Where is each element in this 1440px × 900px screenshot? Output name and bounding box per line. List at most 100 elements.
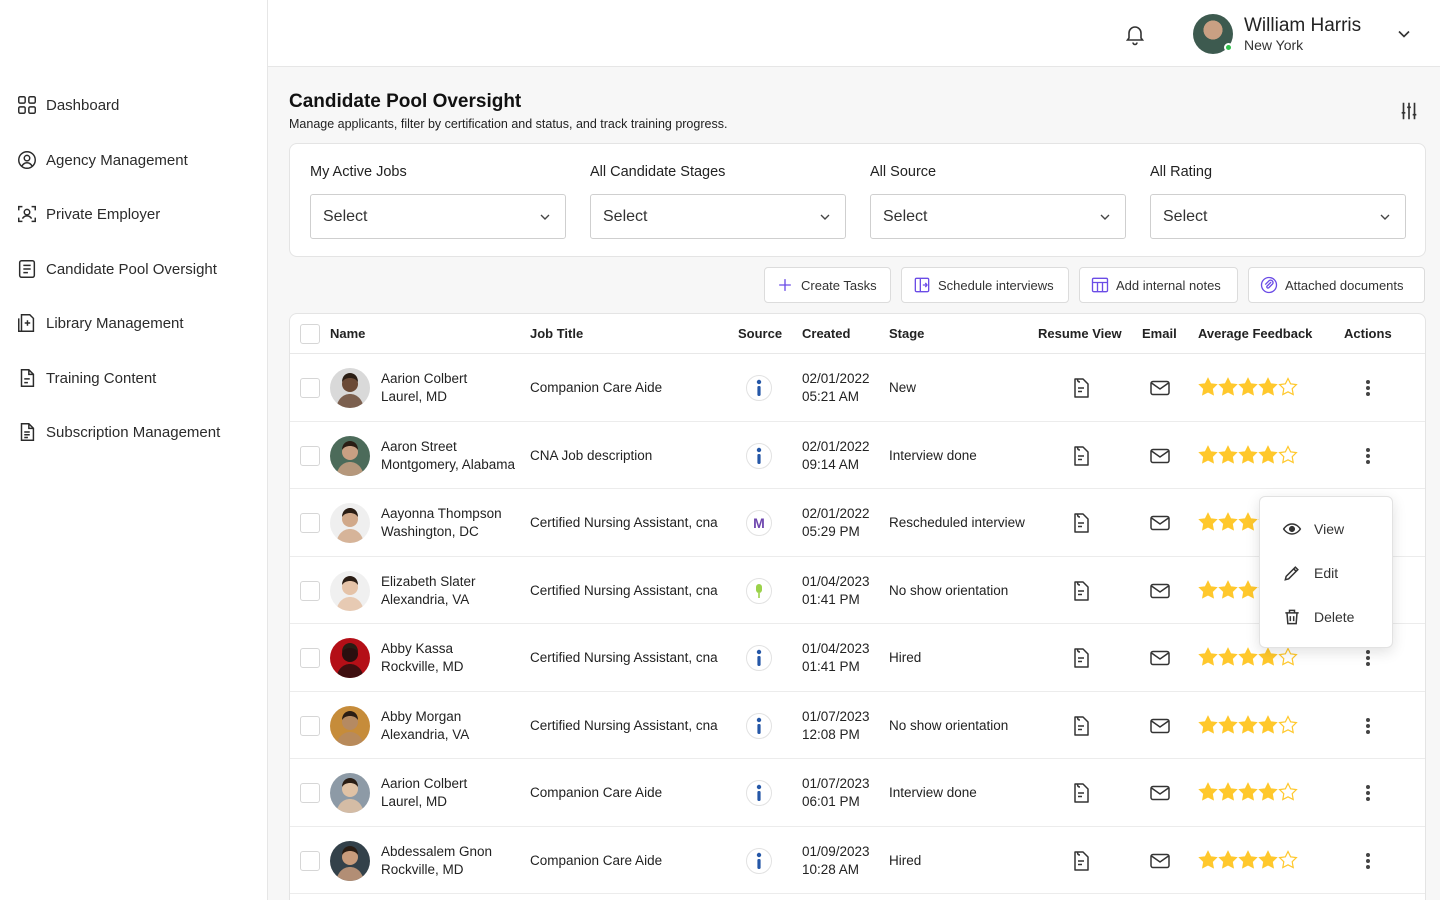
candidate-stages-select[interactable]: Select xyxy=(590,194,846,239)
star-icon xyxy=(1198,579,1218,599)
table-row[interactable]: Aarion Colbert Laurel, MD Companion Care A… xyxy=(290,759,1425,827)
resume-view-icon[interactable] xyxy=(1069,849,1093,873)
email-icon[interactable] xyxy=(1148,579,1172,603)
sidebar-item-candidate-pool-oversight[interactable]: Candidate Pool Oversight xyxy=(16,255,217,283)
col-created[interactable]: Created xyxy=(802,326,850,341)
table-row[interactable]: Aayonna Thompson Washington, DC Certified … xyxy=(290,489,1425,557)
row-checkbox[interactable] xyxy=(300,513,320,533)
job-title: Certified Nursing Assistant, cna xyxy=(530,717,718,733)
created-time: 05:29 PM xyxy=(802,524,860,539)
avatar xyxy=(330,570,370,611)
add-internal-notes-button[interactable]: Add internal notes xyxy=(1079,267,1238,303)
source-select[interactable]: Select xyxy=(870,194,1126,239)
candidate-name[interactable]: Elizabeth Slater xyxy=(381,574,476,589)
sidebar-item-agency-management[interactable]: Agency Management xyxy=(16,146,188,174)
chevron-down-icon[interactable] xyxy=(1394,24,1414,44)
candidate-name[interactable]: Abby Kassa xyxy=(381,641,453,656)
select-all-checkbox[interactable] xyxy=(300,324,320,344)
candidate-name[interactable]: Abby Morgan xyxy=(381,709,461,724)
row-checkbox[interactable] xyxy=(300,445,320,466)
candidate-name[interactable]: Aayonna Thompson xyxy=(381,506,502,521)
created-time: 05:21 AM xyxy=(802,389,860,404)
user-circle-icon xyxy=(18,151,36,169)
create-tasks-button[interactable]: Create Tasks xyxy=(764,267,891,303)
user-avatar[interactable] xyxy=(1193,14,1233,54)
row-checkbox[interactable] xyxy=(300,378,320,398)
resume-view-icon[interactable] xyxy=(1069,646,1093,670)
table-row[interactable]: Abdessalem Gnon Rockville, MD Companion Ca… xyxy=(290,827,1425,894)
email-icon[interactable] xyxy=(1148,714,1172,738)
resume-view-icon[interactable] xyxy=(1069,511,1093,535)
sidebar-item-library-management[interactable]: Library Management xyxy=(16,309,184,337)
email-icon[interactable] xyxy=(1148,376,1172,400)
notification-bell-icon[interactable] xyxy=(1123,22,1147,46)
row-checkbox[interactable] xyxy=(300,783,320,803)
sidebar-item-label: Library Management xyxy=(46,314,184,332)
file-icon xyxy=(20,369,35,387)
filter-label: All Rating xyxy=(1150,164,1213,180)
email-icon[interactable] xyxy=(1148,646,1172,670)
row-checkbox[interactable] xyxy=(300,850,320,871)
col-resume-view: Resume View xyxy=(1038,326,1122,341)
schedule-interviews-button[interactable]: Schedule interviews xyxy=(901,267,1069,303)
menu-item-view[interactable]: View xyxy=(1282,517,1344,541)
more-actions-icon[interactable] xyxy=(1358,781,1378,805)
resume-view-icon[interactable] xyxy=(1069,714,1093,738)
menu-item-edit[interactable]: Edit xyxy=(1282,561,1338,585)
resume-view-icon[interactable] xyxy=(1069,579,1093,603)
menu-item-delete[interactable]: Delete xyxy=(1282,605,1354,629)
star-icon xyxy=(1218,647,1238,666)
col-name[interactable]: Name xyxy=(330,326,365,341)
attached-documents-button[interactable]: Attached documents xyxy=(1248,267,1425,303)
email-icon[interactable] xyxy=(1148,849,1172,873)
row-checkbox[interactable] xyxy=(300,580,320,601)
star-icon xyxy=(1258,714,1278,734)
star-icon xyxy=(1238,579,1258,599)
candidate-name[interactable]: Aarion Colbert xyxy=(381,371,467,386)
candidate-location: Laurel, MD xyxy=(381,794,448,809)
more-actions-icon[interactable] xyxy=(1358,376,1378,400)
more-actions-icon[interactable] xyxy=(1358,444,1378,468)
star-icon xyxy=(1198,782,1218,801)
stage-text: Hired xyxy=(889,852,922,868)
email-icon[interactable] xyxy=(1148,444,1172,468)
candidate-name[interactable]: Abdessalem Gnon xyxy=(381,844,492,859)
indeed-source-icon xyxy=(746,847,772,874)
candidate-name[interactable]: Aaron Street xyxy=(381,439,457,454)
rating-stars xyxy=(1198,714,1298,737)
sidebar-item-training-content[interactable]: Training Content xyxy=(16,364,156,392)
col-stage[interactable]: Stage xyxy=(889,326,924,341)
table-row[interactable]: Aarion Colbert Laurel, MD Companion Care A… xyxy=(290,354,1425,422)
sidebar-item-dashboard[interactable]: Dashboard xyxy=(16,91,119,119)
filter-active-jobs: My Active Jobs Select xyxy=(310,164,566,239)
email-icon[interactable] xyxy=(1148,511,1172,535)
rating-select[interactable]: Select xyxy=(1150,194,1406,239)
candidate-name[interactable]: Aarion Colbert xyxy=(381,776,467,791)
email-icon[interactable] xyxy=(1148,781,1172,805)
resume-view-icon[interactable] xyxy=(1069,781,1093,805)
row-checkbox[interactable] xyxy=(300,648,320,668)
grid-icon xyxy=(18,96,36,114)
created-time: 09:14 AM xyxy=(802,456,860,472)
sidebar-item-private-employer[interactable]: Private Employer xyxy=(16,200,160,228)
col-job-title[interactable]: Job Title xyxy=(530,326,583,341)
active-jobs-select[interactable]: Select xyxy=(310,194,566,239)
filter-settings-icon[interactable] xyxy=(1398,100,1420,122)
more-actions-icon[interactable] xyxy=(1358,646,1378,670)
col-average-feedback[interactable]: Average Feedback xyxy=(1198,326,1312,341)
table-row[interactable]: Abby Morgan Alexandria, VA Certified Nursi… xyxy=(290,692,1425,759)
table-row[interactable]: Aaron Street Montgomery, Alabama CNA Job d… xyxy=(290,422,1425,489)
more-actions-icon[interactable] xyxy=(1358,849,1378,873)
table-row[interactable]: Abby Kassa Rockville, MD Certified Nursing… xyxy=(290,624,1425,692)
star-icon xyxy=(1258,647,1278,666)
stage-text: No show orientation xyxy=(889,582,1009,598)
created-time: 12:08 PM xyxy=(802,726,860,742)
created-date: 01/09/2023 xyxy=(802,843,870,859)
table-row[interactable]: Elizabeth Slater Alexandria, VA Certified … xyxy=(290,557,1425,624)
col-source[interactable]: Source xyxy=(738,326,782,341)
resume-view-icon[interactable] xyxy=(1069,444,1093,468)
more-actions-icon[interactable] xyxy=(1358,714,1378,738)
sidebar-item-subscription-management[interactable]: Subscription Management xyxy=(16,418,220,446)
row-checkbox[interactable] xyxy=(300,715,320,736)
resume-view-icon[interactable] xyxy=(1069,376,1093,400)
